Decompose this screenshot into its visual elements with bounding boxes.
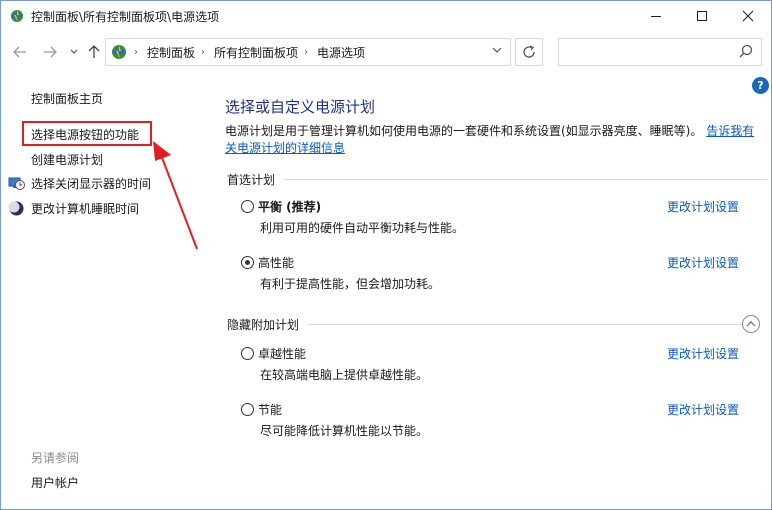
breadcrumb-all-items[interactable]: 所有控制面板项 bbox=[214, 44, 298, 61]
search-icon[interactable] bbox=[739, 44, 753, 58]
help-icon[interactable]: ? bbox=[752, 77, 769, 94]
moon-icon bbox=[8, 201, 24, 216]
page-title: 选择或自定义电源计划 bbox=[225, 98, 376, 116]
monitor-clock-icon bbox=[8, 177, 25, 190]
highlight-rectangle bbox=[22, 121, 152, 146]
plan-ultimate-performance-name: 卓越性能 bbox=[258, 347, 307, 361]
plan-high-performance[interactable]: 高性能 bbox=[241, 254, 294, 271]
control-panel-icon bbox=[112, 45, 126, 59]
plan-power-saver-desc: 尽可能降低计算机性能以节能。 bbox=[260, 424, 429, 438]
breadcrumb-separator-icon[interactable]: › bbox=[201, 47, 205, 58]
preferred-plans-heading: 首选计划 bbox=[227, 173, 276, 187]
page-description: 电源计划是用于管理计算机如何使用电源的一套硬件和系统设置(如显示器亮度、睡眠等)… bbox=[225, 123, 765, 157]
chevron-down-icon bbox=[70, 49, 78, 54]
choose-display-off-label: 选择关闭显示器的时间 bbox=[31, 177, 152, 191]
up-button[interactable] bbox=[83, 41, 105, 63]
plan-power-saver-change-link[interactable]: 更改计划设置 bbox=[667, 401, 739, 418]
hidden-plans-section[interactable]: 隐藏附加计划 bbox=[227, 316, 744, 333]
refresh-icon bbox=[523, 45, 535, 58]
maximize-button[interactable] bbox=[679, 1, 725, 31]
change-sleep-time-link[interactable]: 更改计算机睡眠时间 bbox=[8, 200, 139, 217]
plan-high-performance-desc: 有利于提高性能，但会增加功耗。 bbox=[260, 277, 441, 291]
forward-button[interactable] bbox=[39, 41, 61, 63]
refresh-button[interactable] bbox=[515, 38, 543, 66]
radio-high-performance[interactable] bbox=[241, 256, 254, 269]
create-power-plan-link[interactable]: 创建电源计划 bbox=[31, 151, 103, 168]
address-history-dropdown[interactable] bbox=[492, 45, 502, 56]
choose-display-off-link[interactable]: 选择关闭显示器的时间 bbox=[8, 175, 151, 192]
chevron-down-icon bbox=[492, 47, 502, 53]
plan-high-performance-name: 高性能 bbox=[258, 256, 295, 270]
plan-ultimate-performance-change-link[interactable]: 更改计划设置 bbox=[667, 345, 739, 362]
user-accounts-link[interactable]: 用户帐户 bbox=[31, 474, 79, 491]
power-options-app-icon bbox=[11, 10, 23, 22]
plan-ultimate-performance-desc: 在较高端电脑上提供卓越性能。 bbox=[260, 368, 429, 382]
plan-high-performance-change-link[interactable]: 更改计划设置 bbox=[667, 254, 739, 271]
see-also-heading: 另请参阅 bbox=[31, 451, 80, 465]
address-bar[interactable]: › 控制面板 › 所有控制面板项 › 电源选项 bbox=[105, 38, 511, 66]
plan-balanced-desc: 利用可用的硬件自动平衡功耗与性能。 bbox=[260, 221, 465, 235]
minimize-icon bbox=[651, 15, 661, 17]
hidden-plans-heading: 隐藏附加计划 bbox=[227, 318, 300, 332]
breadcrumb-separator-icon: › bbox=[134, 46, 138, 58]
forward-arrow-icon bbox=[44, 46, 57, 58]
maximize-icon bbox=[697, 11, 707, 21]
navigation-bar: › 控制面板 › 所有控制面板项 › 电源选项 bbox=[1, 35, 771, 69]
change-sleep-time-label: 更改计算机睡眠时间 bbox=[31, 202, 140, 216]
breadcrumb-separator-icon[interactable]: › bbox=[304, 47, 308, 58]
plan-power-saver-name: 节能 bbox=[258, 403, 283, 417]
section-divider bbox=[307, 324, 744, 325]
close-button[interactable] bbox=[725, 1, 771, 31]
plan-balanced[interactable]: 平衡 (推荐) bbox=[241, 198, 321, 215]
breadcrumb-control-panel[interactable]: 控制面板 bbox=[147, 44, 195, 61]
breadcrumb-power-options[interactable]: 电源选项 bbox=[317, 44, 365, 61]
plan-balanced-change-link[interactable]: 更改计划设置 bbox=[667, 198, 739, 215]
radio-power-saver[interactable] bbox=[241, 403, 254, 416]
power-options-window: 控制面板\所有控制面板项\电源选项 › 控制面板 › 所有控制面板项 › 电源选… bbox=[0, 0, 772, 510]
plan-balanced-name: 平衡 (推荐) bbox=[258, 200, 322, 214]
back-button[interactable] bbox=[9, 41, 31, 63]
control-panel-home-link[interactable]: 控制面板主页 bbox=[31, 90, 103, 107]
minimize-button[interactable] bbox=[633, 1, 679, 31]
collapse-chevron-icon bbox=[746, 321, 756, 327]
description-text: 电源计划是用于管理计算机如何使用电源的一套硬件和系统设置(如显示器亮度、睡眠等)… bbox=[225, 124, 703, 138]
recent-locations-button[interactable] bbox=[63, 41, 85, 63]
back-arrow-icon bbox=[13, 46, 26, 58]
preferred-plans-section: 首选计划 bbox=[227, 171, 768, 188]
section-divider bbox=[283, 179, 768, 180]
close-icon bbox=[742, 10, 754, 22]
chevron-up-icon[interactable] bbox=[742, 315, 760, 333]
up-arrow-icon bbox=[88, 45, 100, 58]
annotation-arrow-icon bbox=[153, 141, 198, 250]
radio-ultimate-performance[interactable] bbox=[241, 347, 254, 360]
plan-ultimate-performance[interactable]: 卓越性能 bbox=[241, 345, 306, 362]
plan-power-saver[interactable]: 节能 bbox=[241, 401, 282, 418]
search-input[interactable] bbox=[558, 38, 762, 66]
window-title: 控制面板\所有控制面板项\电源选项 bbox=[31, 10, 220, 24]
title-bar: 控制面板\所有控制面板项\电源选项 bbox=[1, 1, 771, 31]
radio-balanced[interactable] bbox=[241, 200, 254, 213]
